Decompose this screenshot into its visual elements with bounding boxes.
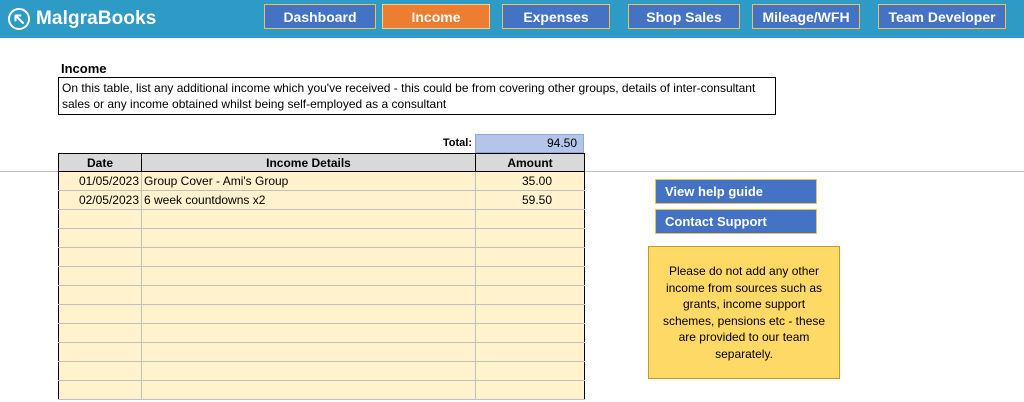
date-cell[interactable] [58,323,142,343]
income-details-cell[interactable]: 6 week countdowns x2 [141,190,476,210]
arrow-up-left-circle-icon [8,8,30,30]
amount-cell[interactable] [475,304,585,324]
date-cell[interactable] [58,342,142,362]
date-cell[interactable] [58,228,142,248]
total-value: 94.50 [475,134,584,153]
table-row [58,209,585,229]
nav-income-button[interactable]: Income [382,4,490,29]
table-row [58,304,585,324]
table-row [58,380,585,400]
column-header-date: Date [58,153,142,172]
total-label: Total: [442,137,472,149]
contact-support-button[interactable]: Contact Support [655,209,817,234]
date-cell[interactable] [58,285,142,305]
income-table: Date Income Details Amount 01/05/2023 Gr… [58,153,585,400]
amount-cell[interactable] [475,361,585,381]
section-title: Income [61,61,107,76]
app-logo[interactable]: MalgraBooks [8,7,156,31]
table-row [58,323,585,343]
date-cell[interactable] [58,361,142,381]
table-row [58,247,585,267]
income-details-cell[interactable] [141,380,476,400]
nav-mileage-wfh-button[interactable]: Mileage/WFH [752,4,860,29]
table-row: 02/05/2023 6 week countdowns x2 59.50 [58,190,585,210]
date-cell[interactable] [58,247,142,267]
income-details-cell[interactable] [141,342,476,362]
amount-cell[interactable]: 59.50 [475,190,585,210]
amount-cell[interactable] [475,342,585,362]
date-cell[interactable]: 02/05/2023 [58,190,142,210]
amount-cell[interactable] [475,209,585,229]
income-note-box: Please do not add any other income from … [648,246,840,379]
amount-cell[interactable] [475,228,585,248]
column-header-amount: Amount [475,153,585,172]
amount-cell[interactable] [475,247,585,267]
income-details-cell[interactable] [141,247,476,267]
amount-cell[interactable] [475,266,585,286]
table-row [58,266,585,286]
amount-cell[interactable] [475,380,585,400]
income-details-cell[interactable] [141,304,476,324]
table-row: 01/05/2023 Group Cover - Ami's Group 35.… [58,171,585,191]
table-row [58,228,585,248]
date-cell[interactable] [58,209,142,229]
date-cell[interactable] [58,304,142,324]
income-details-cell[interactable] [141,361,476,381]
date-cell[interactable] [58,266,142,286]
table-row [58,285,585,305]
nav-expenses-button[interactable]: Expenses [502,4,610,29]
top-navigation-bar: MalgraBooks Dashboard Income Expenses Sh… [0,0,1024,38]
income-details-cell[interactable] [141,323,476,343]
income-details-cell[interactable] [141,209,476,229]
nav-team-developer-button[interactable]: Team Developer [878,4,1006,29]
section-description: On this table, list any additional incom… [58,77,776,115]
amount-cell[interactable] [475,323,585,343]
income-details-cell[interactable] [141,228,476,248]
amount-cell[interactable] [475,285,585,305]
income-table-header-row: Date Income Details Amount [58,153,585,172]
income-details-cell[interactable]: Group Cover - Ami's Group [141,171,476,191]
table-row [58,342,585,362]
date-cell[interactable]: 01/05/2023 [58,171,142,191]
date-cell[interactable] [58,380,142,400]
income-details-cell[interactable] [141,266,476,286]
table-row [58,361,585,381]
nav-dashboard-button[interactable]: Dashboard [264,4,376,29]
app-name: MalgraBooks [36,8,157,29]
nav-shop-sales-button[interactable]: Shop Sales [628,4,740,29]
amount-cell[interactable]: 35.00 [475,171,585,191]
column-header-income-details: Income Details [141,153,476,172]
view-help-guide-button[interactable]: View help guide [655,179,817,204]
income-details-cell[interactable] [141,285,476,305]
